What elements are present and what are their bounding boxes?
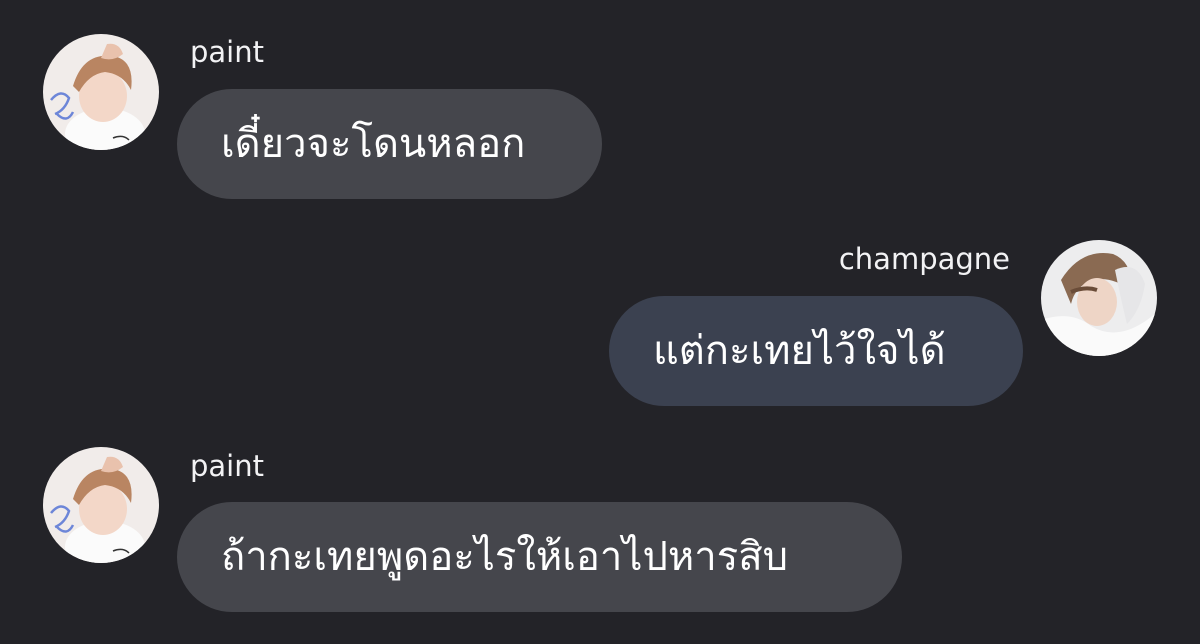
paint-avatar[interactable] (43, 447, 159, 563)
sender-name: paint (190, 35, 264, 69)
paint-avatar-image (43, 447, 159, 563)
sender-name: champagne (838, 242, 1010, 276)
paint-avatar[interactable] (43, 34, 159, 150)
message-bubble[interactable]: แต่กะเทยไว้ใจได้ (609, 296, 1023, 406)
message-text: ถ้ากะเทยพูดอะไรให้เอาไปหารสิบ (221, 534, 788, 580)
paint-avatar-image (43, 34, 159, 150)
message-text: เดี๋ยวจะโดนหลอก (221, 121, 526, 167)
chat-window: paint เดี๋ยวจะโดนหลอก champagne แต่กะเทย… (0, 0, 1200, 644)
message-bubble[interactable]: เดี๋ยวจะโดนหลอก (177, 89, 602, 199)
message-text: แต่กะเทยไว้ใจได้ (653, 328, 946, 374)
message-bubble[interactable]: ถ้ากะเทยพูดอะไรให้เอาไปหารสิบ (177, 502, 902, 612)
champagne-avatar[interactable] (1041, 240, 1157, 356)
sender-name: paint (190, 449, 264, 483)
champagne-avatar-image (1041, 240, 1157, 356)
